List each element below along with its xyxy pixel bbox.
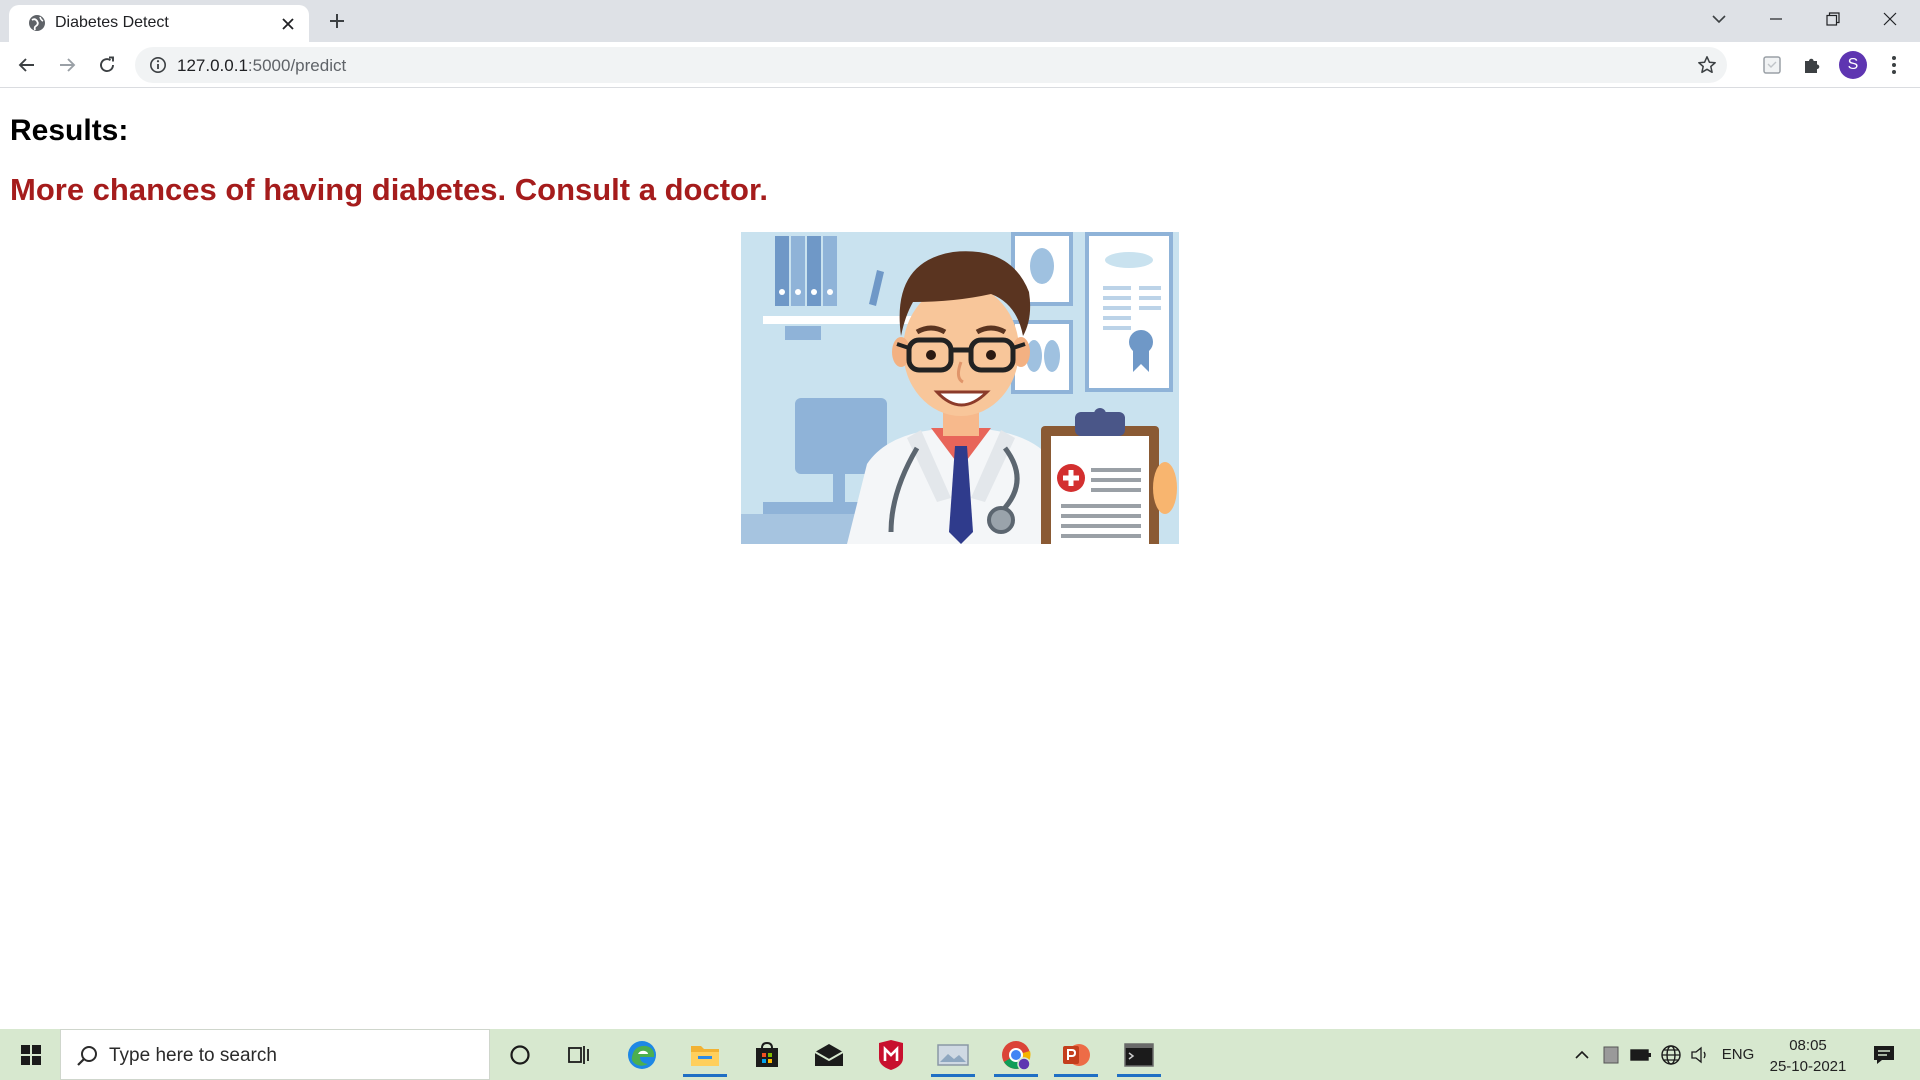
file-explorer-button[interactable] (677, 1033, 733, 1077)
store-icon (756, 1041, 778, 1067)
terminal-button[interactable] (1111, 1033, 1167, 1077)
edge-button[interactable] (614, 1033, 670, 1077)
menu-dots-icon (1892, 56, 1896, 74)
reload-icon (100, 56, 114, 72)
start-button[interactable] (8, 1037, 54, 1073)
notification-center[interactable] (1864, 1029, 1904, 1080)
back-icon (18, 58, 34, 72)
speaker-icon (1691, 1046, 1706, 1063)
running-indicator (683, 1074, 727, 1077)
volume-control[interactable] (1687, 1029, 1713, 1080)
tab-search-button[interactable] (1691, 0, 1747, 38)
language-label: ENG (1721, 1046, 1755, 1063)
forward-icon (60, 58, 76, 72)
page-content: Results: More chances of having diabetes… (0, 89, 1920, 1029)
restore-icon (1826, 12, 1840, 26)
address-bar[interactable]: 127.0.0.1:5000/predict (135, 47, 1727, 83)
browser-tab[interactable]: Diabetes Detect (9, 5, 309, 42)
windows-icon (21, 1045, 41, 1065)
photos-icon (937, 1044, 969, 1066)
show-hidden-icons[interactable] (1568, 1029, 1596, 1080)
new-tab-button[interactable] (322, 9, 352, 33)
restore-button[interactable] (1805, 0, 1861, 38)
star-icon[interactable] (1697, 55, 1717, 75)
close-icon (282, 18, 294, 30)
browser-menu-button[interactable] (1882, 53, 1906, 77)
results-message: More chances of having diabetes. Consult… (10, 172, 768, 207)
store-button[interactable] (739, 1033, 795, 1077)
results-heading: Results: (10, 114, 129, 147)
plus-icon (330, 14, 344, 28)
globe-icon (1661, 1044, 1681, 1065)
url-host: 127.0.0.1 (177, 56, 248, 75)
file-explorer-icon (691, 1046, 719, 1066)
cortana-button[interactable] (492, 1033, 548, 1077)
task-view-icon (568, 1046, 589, 1064)
tray-app[interactable] (1598, 1029, 1624, 1080)
url-path: :5000/predict (247, 56, 347, 75)
powerpoint-icon (1063, 1044, 1090, 1066)
search-placeholder: Type here to search (109, 1045, 277, 1066)
system-clock[interactable]: 08:05 25-10-2021 (1758, 1035, 1858, 1077)
running-indicator (1117, 1074, 1161, 1077)
minimize-button[interactable] (1748, 0, 1804, 38)
extension-box-icon (1763, 56, 1781, 74)
photos-button[interactable] (925, 1033, 981, 1077)
chrome-icon (1002, 1041, 1031, 1071)
cortana-icon (510, 1045, 530, 1065)
tab-title: Diabetes Detect (55, 14, 169, 31)
doctor-illustration (741, 232, 1179, 544)
browser-toolbar: 127.0.0.1:5000/predict S (0, 42, 1920, 88)
clock-date: 25-10-2021 (1769, 1058, 1847, 1075)
back-button[interactable] (11, 49, 43, 81)
mail-icon (814, 1044, 844, 1066)
minimize-icon (1770, 18, 1782, 20)
extensions-button[interactable] (1800, 53, 1824, 77)
tab-close-button[interactable] (277, 13, 299, 35)
mcafee-icon (879, 1040, 903, 1070)
info-icon[interactable] (149, 56, 167, 74)
search-icon (77, 1046, 97, 1066)
running-indicator (931, 1074, 975, 1077)
extension-box-button[interactable] (1760, 53, 1784, 77)
clock-time: 08:05 (1789, 1037, 1827, 1054)
profile-avatar[interactable]: S (1839, 51, 1867, 79)
running-indicator (1054, 1074, 1098, 1077)
powerpoint-button[interactable] (1048, 1033, 1104, 1077)
tray-app-icon (1603, 1046, 1619, 1063)
reload-button[interactable] (91, 49, 123, 81)
task-view-button[interactable] (552, 1033, 608, 1077)
chrome-button[interactable] (988, 1033, 1044, 1077)
mcafee-button[interactable] (863, 1033, 919, 1077)
chevron-up-icon (1575, 1050, 1589, 1059)
battery-icon (1630, 1048, 1651, 1061)
mail-button[interactable] (801, 1033, 857, 1077)
close-icon (1883, 12, 1897, 26)
close-window-button[interactable] (1862, 0, 1918, 38)
globe-icon (29, 15, 45, 31)
address-url[interactable]: 127.0.0.1:5000/predict (177, 56, 346, 76)
taskbar: Type here to search ENG 08:05 25-10-2021 (0, 1029, 1920, 1080)
taskbar-search[interactable]: Type here to search (60, 1029, 490, 1080)
input-language[interactable]: ENG (1718, 1029, 1758, 1080)
puzzle-icon (1805, 58, 1820, 73)
browser-tab-strip: Diabetes Detect (0, 0, 1920, 42)
battery-status[interactable] (1627, 1029, 1655, 1080)
chevron-down-icon (1712, 15, 1726, 24)
edge-icon (628, 1041, 656, 1069)
notification-icon (1874, 1045, 1894, 1064)
forward-button[interactable] (51, 49, 83, 81)
network-status[interactable] (1657, 1029, 1685, 1080)
running-indicator (994, 1074, 1038, 1077)
terminal-icon (1124, 1043, 1154, 1067)
